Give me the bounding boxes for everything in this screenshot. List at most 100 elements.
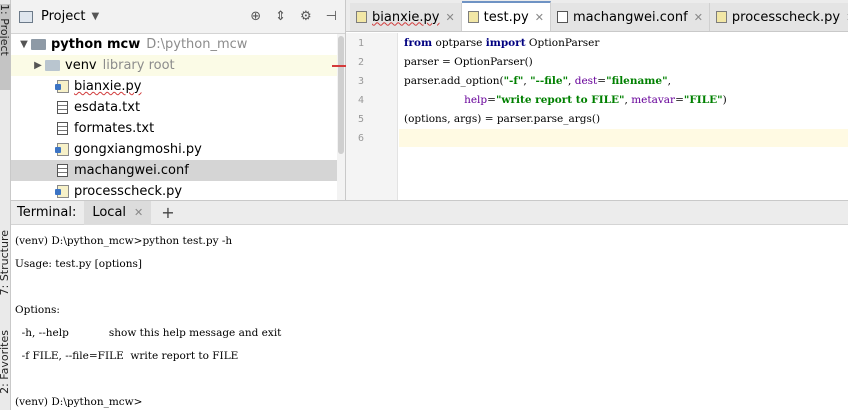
tab-machangwei[interactable]: machangwei.conf ✕	[550, 3, 710, 31]
folder-icon	[45, 60, 60, 71]
project-icon	[19, 10, 33, 23]
code-token: import	[485, 37, 526, 49]
tree-file-row[interactable]: processcheck.py	[11, 181, 345, 202]
terminal-line: Usage: test.py [options]	[15, 258, 142, 270]
tree-file-row[interactable]: formates.txt	[11, 118, 345, 139]
favorites-tool-tab[interactable]: 2: Favorites	[0, 330, 11, 394]
code-token: "filename"	[606, 75, 668, 87]
project-tree: ▼ python mcw D:\python_mcw ▶ venv librar…	[11, 34, 345, 202]
code-token: =	[597, 75, 607, 87]
code-token: help	[464, 94, 488, 106]
close-icon[interactable]: ✕	[445, 11, 454, 24]
code-token: =	[487, 94, 496, 106]
project-panel-header: Project ▼ ⊕ ⇕ ⚙ ⊣	[11, 0, 345, 34]
tool-window-strip: 1: Project 7: Structure 2: Favorites	[0, 0, 11, 410]
root-folder-path: D:\python_mcw	[146, 37, 248, 52]
python-file-icon	[467, 11, 479, 23]
tree-file-row[interactable]: esdata.txt	[11, 97, 345, 118]
python-file-icon	[55, 185, 69, 198]
code-token: dest	[574, 75, 598, 87]
code-editor[interactable]: 1 2 3 4 5 6 from optparse import OptionP…	[346, 33, 848, 200]
venv-name: venv	[65, 58, 97, 73]
line-number-gutter: 1 2 3 4 5 6	[346, 33, 398, 200]
ide-window: 1: Project 7: Structure 2: Favorites Pro…	[0, 0, 848, 410]
code-token: "--file"	[530, 75, 569, 87]
terminal-line: (venv) D:\python_mcw>python test.py -h	[15, 235, 233, 247]
project-view-selector[interactable]: Project	[41, 9, 85, 24]
line-number: 3	[357, 76, 364, 87]
close-icon[interactable]: ✕	[134, 206, 143, 219]
tree-file-row[interactable]: gongxiangmoshi.py	[11, 139, 345, 160]
terminal-line: Options:	[15, 304, 60, 316]
tab-label: bianxie.py	[372, 9, 440, 25]
file-name: bianxie.py	[74, 79, 142, 94]
line-number: 2	[357, 57, 364, 68]
chevron-down-icon[interactable]: ▼	[17, 39, 31, 50]
project-panel: Project ▼ ⊕ ⇕ ⚙ ⊣ ▼ python mcw D:\python…	[11, 0, 346, 200]
line-number: 6	[357, 133, 364, 144]
code-token: OptionParser	[525, 37, 600, 49]
tree-file-row[interactable]: bianxie.py	[11, 76, 345, 97]
text-file-icon	[57, 164, 68, 177]
structure-tool-tab[interactable]: 7: Structure	[0, 230, 11, 295]
file-name: esdata.txt	[74, 100, 141, 115]
gear-icon[interactable]: ⚙	[300, 9, 312, 24]
chevron-down-icon[interactable]: ▼	[91, 11, 99, 22]
tab-bianxie[interactable]: bianxie.py ✕	[350, 3, 462, 31]
code-line: parser = OptionParser()	[404, 56, 533, 68]
line-number: 1	[357, 38, 364, 49]
python-file-icon	[55, 80, 69, 93]
code-line: (options, args) = parser.parse_args()	[404, 113, 601, 125]
project-scrollbar[interactable]	[337, 34, 345, 200]
hide-panel-icon[interactable]: ⊣	[326, 9, 337, 24]
terminal-line: -f FILE, --file=FILE write report to FIL…	[15, 350, 239, 362]
code-line: from optparse import OptionParser	[404, 37, 599, 49]
code-line: parser.add_option("-f", "--file", dest="…	[404, 75, 671, 87]
caret-row-highlight	[399, 129, 848, 147]
code-line: help="write report to FILE", metavar="FI…	[404, 94, 727, 106]
text-file-icon	[57, 122, 68, 135]
python-file-icon	[55, 143, 69, 156]
line-number: 4	[357, 95, 364, 106]
code-token: ,	[667, 75, 671, 87]
code-token: ,	[568, 75, 575, 87]
editor-panel: bianxie.py ✕ test.py ✕ machangwei.conf ✕…	[346, 0, 848, 200]
text-file-icon	[556, 11, 568, 23]
code-token: "-f"	[503, 75, 524, 87]
folder-icon	[31, 39, 46, 50]
tree-root-row[interactable]: ▼ python mcw D:\python_mcw	[11, 34, 345, 55]
file-name: formates.txt	[74, 121, 155, 136]
tree-file-row-selected[interactable]: machangwei.conf	[11, 160, 345, 181]
python-file-icon	[356, 11, 367, 23]
code-token: "write report to FILE"	[495, 94, 625, 106]
project-tool-tab[interactable]: 1: Project	[0, 4, 11, 90]
terminal-tab-label: Local	[92, 205, 127, 220]
python-file-icon	[715, 11, 727, 23]
file-name: processcheck.py	[74, 184, 183, 199]
tab-label: test.py	[483, 9, 529, 25]
tab-test[interactable]: test.py ✕	[461, 1, 551, 31]
collapse-all-icon[interactable]: ⇕	[275, 9, 286, 24]
scrollbar-thumb[interactable]	[338, 36, 344, 154]
code-token: "FILE"	[683, 94, 723, 106]
close-icon[interactable]: ✕	[535, 11, 544, 24]
terminal-panel: Terminal: Local ✕ + (venv) D:\python_mcw…	[11, 200, 848, 410]
tree-venv-row[interactable]: ▶ venv library root	[11, 55, 345, 76]
file-name: machangwei.conf	[74, 163, 189, 178]
new-terminal-plus-icon[interactable]: +	[161, 203, 174, 222]
tab-label: machangwei.conf	[572, 9, 688, 25]
code-token: metavar	[631, 94, 676, 106]
editor-tab-bar: bianxie.py ✕ test.py ✕ machangwei.conf ✕…	[346, 0, 848, 32]
chevron-right-icon[interactable]: ▶	[31, 60, 45, 71]
tab-processcheck[interactable]: processcheck.py ✕	[709, 3, 848, 31]
close-icon[interactable]: ✕	[694, 11, 703, 24]
locate-icon[interactable]: ⊕	[250, 9, 261, 24]
terminal-tab-local[interactable]: Local ✕	[84, 200, 152, 225]
root-folder-name: python mcw	[51, 37, 141, 52]
code-token: from	[404, 37, 433, 49]
code-token: parser.add_option(	[404, 75, 504, 87]
terminal-header: Terminal: Local ✕ +	[11, 200, 848, 225]
venv-hint: library root	[102, 58, 175, 73]
terminal-line: -h, --help show this help message and ex…	[15, 327, 282, 339]
code-token: =	[675, 94, 684, 106]
